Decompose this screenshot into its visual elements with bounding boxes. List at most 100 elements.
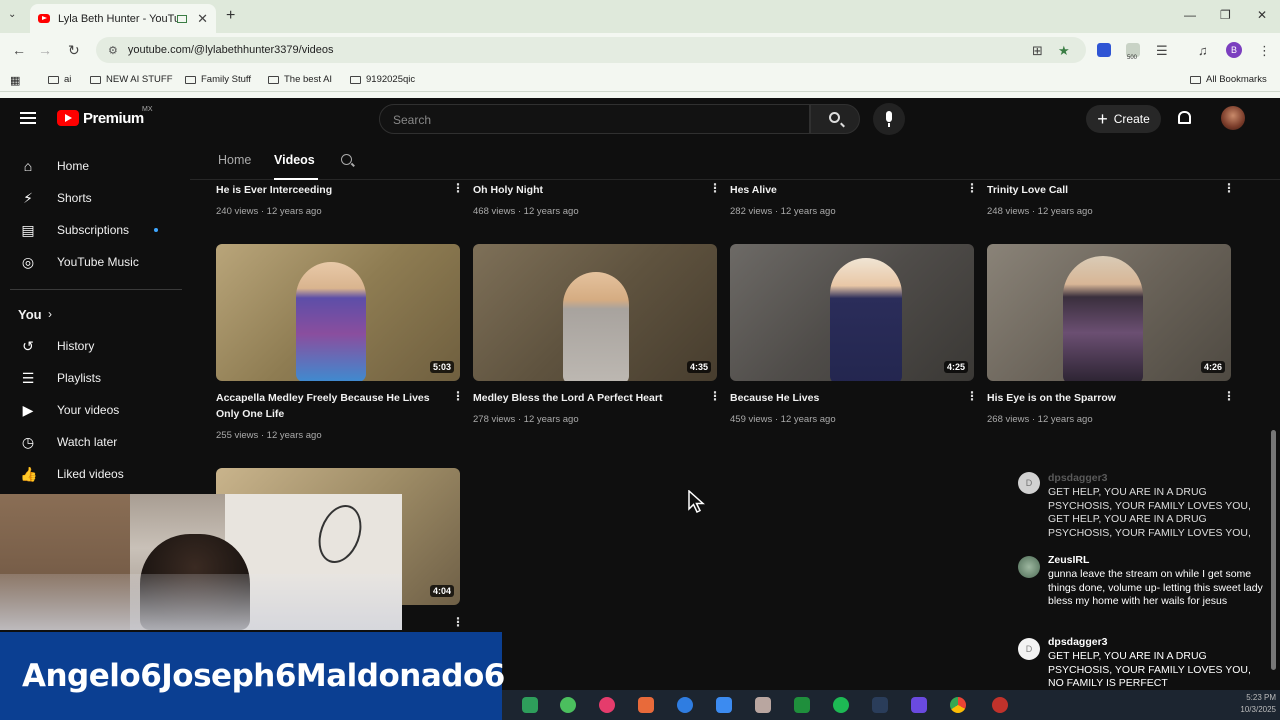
taskbar-app-icon[interactable] xyxy=(872,697,888,713)
more-actions-icon[interactable]: ⋮ xyxy=(1223,182,1235,194)
sidebar-item-subscriptions[interactable]: ▤ Subscriptions xyxy=(0,214,180,246)
video-title[interactable]: Because He Lives xyxy=(730,390,960,406)
video-title[interactable]: Medley Bless the Lord A Perfect Heart xyxy=(473,390,703,406)
more-actions-icon[interactable]: ⋮ xyxy=(709,182,721,194)
sidebar-item-liked-videos[interactable]: 👍 Liked videos xyxy=(0,458,180,490)
forward-icon[interactable]: → xyxy=(38,42,52,58)
video-title[interactable]: Accapella Medley Freely Because He Lives… xyxy=(216,390,446,422)
youtube-favicon-icon xyxy=(38,14,50,23)
new-tab-icon[interactable]: + xyxy=(226,7,235,25)
voice-search-button[interactable] xyxy=(873,103,905,135)
video-thumbnail[interactable]: 4:25 xyxy=(730,244,974,381)
extensions-puzzle-icon[interactable]: ☰ xyxy=(1156,43,1168,59)
folder-icon xyxy=(48,75,59,84)
more-actions-icon[interactable]: ⋮ xyxy=(966,390,978,402)
video-thumbnail[interactable]: 4:35 xyxy=(473,244,717,381)
more-actions-icon[interactable]: ⋮ xyxy=(966,182,978,194)
guide-menu-icon[interactable] xyxy=(20,112,36,124)
taskbar-app-icon[interactable] xyxy=(560,697,576,713)
xbox-icon[interactable] xyxy=(794,697,810,713)
bookmark-star-icon[interactable]: ★ xyxy=(1058,43,1070,59)
sidebar-item-youtube-music[interactable]: ◎ YouTube Music xyxy=(0,246,180,278)
address-bar[interactable]: ⚙ youtube.com/@lylabethhunter3379/videos xyxy=(96,37,1086,63)
more-actions-icon[interactable]: ⋮ xyxy=(709,390,721,402)
watch-later-icon: ◷ xyxy=(21,434,35,450)
bookmark-folder[interactable]: ai xyxy=(48,74,71,85)
taskbar-app-icon[interactable] xyxy=(522,697,538,713)
minimize-icon[interactable]: — xyxy=(1184,8,1196,22)
site-info-icon[interactable]: ⚙ xyxy=(108,44,118,57)
more-actions-icon[interactable]: ⋮ xyxy=(1223,390,1235,402)
notifications-bell-icon[interactable] xyxy=(1178,111,1191,124)
bookmark-folder[interactable]: The best AI xyxy=(268,74,332,85)
tab-close-icon[interactable]: ✕ xyxy=(197,11,208,27)
taskbar-app-icon[interactable] xyxy=(638,697,654,713)
page-scrollbar[interactable] xyxy=(1271,430,1276,670)
back-icon[interactable]: ← xyxy=(12,42,26,58)
spotify-icon[interactable] xyxy=(833,697,849,713)
bookmark-folder[interactable]: NEW AI STUFF xyxy=(90,74,173,85)
media-control-icon[interactable]: ♫ xyxy=(1198,43,1208,58)
video-meta: 248 views · 12 years ago xyxy=(987,206,1093,217)
taskbar-app-icon[interactable] xyxy=(716,697,732,713)
tab-videos[interactable]: Videos xyxy=(274,153,315,167)
account-avatar[interactable] xyxy=(1221,106,1245,130)
channel-search-icon[interactable] xyxy=(341,154,352,165)
install-app-icon[interactable]: ⊞ xyxy=(1032,43,1043,59)
sidebar-item-watch-later[interactable]: ◷ Watch later xyxy=(0,426,180,458)
chat-username: ZeusIRL xyxy=(1048,554,1090,566)
more-actions-icon[interactable]: ⋮ xyxy=(452,616,464,628)
bookmark-folder[interactable]: Family Stuff xyxy=(185,74,251,85)
more-actions-icon[interactable]: ⋮ xyxy=(452,390,464,402)
reload-icon[interactable]: ↻ xyxy=(68,42,80,59)
all-bookmarks[interactable]: All Bookmarks xyxy=(1190,74,1267,85)
subscriptions-icon: ▤ xyxy=(21,222,35,238)
chat-avatar xyxy=(1018,556,1040,578)
video-meta: 459 views · 12 years ago xyxy=(730,414,836,425)
history-icon: ↺ xyxy=(22,338,34,354)
sidebar-item-home[interactable]: ⌂ Home xyxy=(0,150,180,182)
video-meta: 282 views · 12 years ago xyxy=(730,206,836,217)
video-title[interactable]: Hes Alive xyxy=(730,182,960,198)
youtube-logo-icon[interactable] xyxy=(57,110,79,126)
bookmark-folder[interactable]: 9192025qic xyxy=(350,74,415,85)
folder-icon xyxy=(268,75,279,84)
sidebar-item-shorts[interactable]: ⚡ Shorts xyxy=(0,182,180,214)
video-title[interactable]: His Eye is on the Sparrow xyxy=(987,390,1217,406)
taskbar-app-icon[interactable] xyxy=(677,697,693,713)
playlists-icon: ☰ xyxy=(21,370,35,386)
create-button[interactable]: + Create xyxy=(1086,105,1161,133)
sidebar-you-header[interactable]: You › xyxy=(0,298,180,330)
folder-icon xyxy=(185,75,196,84)
taskbar-app-icon[interactable] xyxy=(911,697,927,713)
video-thumbnail[interactable]: 4:26 xyxy=(987,244,1231,381)
folder-icon xyxy=(350,75,361,84)
browser-profile-avatar[interactable]: B xyxy=(1226,42,1242,58)
extension-badge: 500 xyxy=(1127,55,1138,61)
browser-tab[interactable]: Lyla Beth Hunter - YouTube ✕ xyxy=(30,4,216,33)
sidebar-item-playlists[interactable]: ☰ Playlists xyxy=(0,362,180,394)
taskbar-app-icon[interactable] xyxy=(755,697,771,713)
chrome-icon[interactable] xyxy=(950,697,966,713)
browser-toolbar: ← → ↻ ⚙ youtube.com/@lylabethhunter3379/… xyxy=(0,33,1280,67)
apps-grid-icon[interactable]: ▦ xyxy=(10,74,20,87)
search-input[interactable]: Search xyxy=(379,104,810,134)
tab-home[interactable]: Home xyxy=(218,153,251,167)
extension-icon[interactable] xyxy=(1097,43,1111,57)
sidebar-item-your-videos[interactable]: ▶ Your videos xyxy=(0,394,180,426)
video-thumbnail[interactable]: 5:03 xyxy=(216,244,460,381)
search-button[interactable] xyxy=(810,104,860,134)
taskbar-app-icon[interactable] xyxy=(599,697,615,713)
youtube-premium-wordmark[interactable]: Premium xyxy=(83,110,144,127)
video-title[interactable]: Oh Holy Night xyxy=(473,182,703,198)
sidebar-item-history[interactable]: ↺ History xyxy=(0,330,180,362)
more-actions-icon[interactable]: ⋮ xyxy=(452,182,464,194)
taskbar-app-icon[interactable] xyxy=(992,697,1008,713)
restore-icon[interactable]: ❐ xyxy=(1220,8,1231,22)
mouse-cursor-icon xyxy=(688,490,705,514)
browser-menu-icon[interactable]: ⋮ xyxy=(1258,43,1271,59)
window-close-icon[interactable]: ✕ xyxy=(1257,8,1267,22)
tab-search-chevron-icon[interactable]: ⌄ xyxy=(8,9,16,20)
video-title[interactable]: He is Ever Interceeding xyxy=(216,182,446,198)
video-title[interactable]: Trinity Love Call xyxy=(987,182,1217,198)
